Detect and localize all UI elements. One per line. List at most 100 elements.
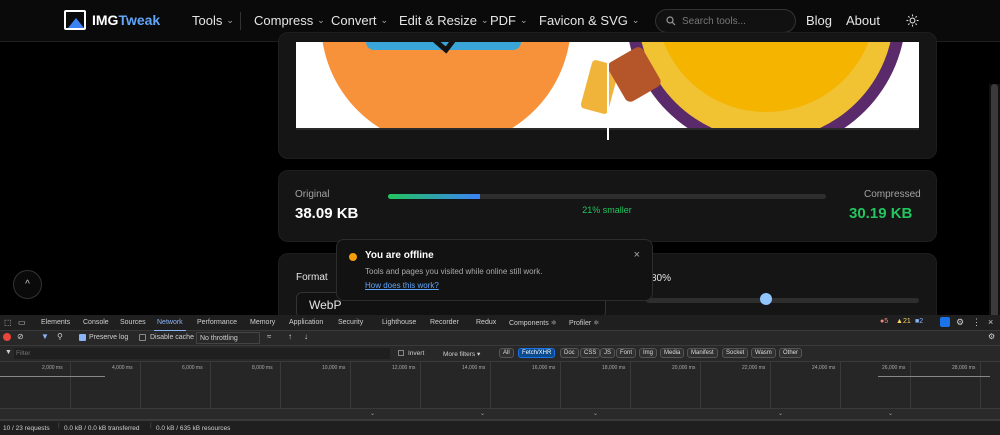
timeline-tick-label: 8,000 ms (252, 365, 273, 371)
column-sort-icon[interactable]: ⌄ (888, 410, 893, 417)
toast-help-link[interactable]: How does this work? (365, 281, 439, 290)
throttling-value: No throttling (200, 335, 238, 342)
devtools-tab-console[interactable]: Console (83, 319, 109, 326)
comparison-divider-handle[interactable] (607, 42, 609, 128)
main-content: Original 38.09 KB 21% smaller Compressed… (0, 32, 1000, 357)
timeline-tick-label: 20,000 ms (672, 365, 696, 371)
wifi-icon[interactable]: ≈ (267, 332, 271, 341)
logo[interactable]: IMGTweak (64, 10, 160, 30)
invert-checkbox[interactable] (398, 350, 404, 356)
close-icon[interactable]: × (988, 317, 993, 327)
disable-cache-checkbox[interactable] (139, 334, 146, 341)
reduction-text: 21% smaller (582, 205, 632, 215)
timeline-gridline (560, 362, 561, 409)
timeline-tick-label: 24,000 ms (812, 365, 836, 371)
timeline-gridline (210, 362, 211, 409)
message-count[interactable]: ■2 (915, 318, 923, 325)
devtools-tab-recorder[interactable]: Recorder (430, 319, 459, 326)
filter-chip-wasm[interactable]: Wasm (751, 348, 776, 358)
devtools-tab-lighthouse[interactable]: Lighthouse (382, 319, 416, 326)
filter-chip-css[interactable]: CSS (580, 348, 601, 358)
filter-input[interactable] (14, 348, 390, 359)
search-icon[interactable]: ⚲ (57, 332, 63, 341)
device-toolbar-icon[interactable]: ▭ (18, 318, 26, 327)
offline-toast: You are offline Tools and pages you visi… (336, 239, 653, 301)
nav-compress-label: Compress (254, 13, 314, 28)
filter-chip-socket[interactable]: Socket (722, 348, 749, 358)
nav-blog[interactable]: Blog (806, 13, 832, 28)
preserve-log-checkbox[interactable] (79, 334, 86, 341)
timeline-request-bar (878, 376, 990, 377)
devtools-tab-redux[interactable]: Redux (476, 319, 496, 326)
column-sort-icon[interactable]: ⌄ (480, 410, 485, 417)
inspect-icon[interactable]: ⬚ (4, 318, 12, 327)
comparison-preview[interactable] (296, 42, 919, 130)
clear-icon[interactable]: ⊘ (17, 332, 24, 341)
column-sort-icon[interactable]: ⌄ (370, 410, 375, 417)
search-box[interactable] (655, 9, 796, 33)
nav-pdf[interactable]: PDF ⌄ (490, 13, 528, 28)
message-count-value: 2 (919, 318, 924, 325)
toast-title: You are offline (365, 250, 434, 261)
timeline-gridline (350, 362, 351, 409)
filter-chip-img[interactable]: Img (639, 348, 658, 358)
search-input[interactable] (682, 15, 782, 27)
filter-chip-manifest[interactable]: Manifest (687, 348, 718, 358)
network-timeline[interactable]: 2,000 ms 4,000 ms 6,000 ms 8,000 ms 10,000 m… (0, 362, 1000, 409)
toast-message: Tools and pages you visited while online… (365, 267, 543, 276)
filter-chip-fetch-xhr[interactable]: Fetch/XHR (518, 348, 556, 358)
filter-chip-font[interactable]: Font (616, 348, 637, 358)
upload-icon[interactable]: ↑ (288, 332, 292, 341)
devtools-tab-sources[interactable]: Sources (120, 319, 146, 326)
filter-chip-other[interactable]: Other (779, 348, 803, 358)
quality-slider-thumb[interactable] (760, 293, 773, 305)
theme-toggle-button[interactable] (906, 14, 919, 32)
close-icon[interactable]: × (634, 249, 640, 261)
timeline-gridline (840, 362, 841, 409)
devtools-tab-components[interactable]: Components ⚛ (509, 319, 557, 327)
nav-divider (240, 12, 241, 30)
timeline-tick-label: 22,000 ms (742, 365, 766, 371)
gear-icon[interactable]: ⚙ (956, 317, 964, 328)
status-resources: 0.0 kB / 635 kB resources (156, 425, 231, 432)
column-sort-icon[interactable]: ⌄ (593, 410, 598, 417)
filter-chip-doc[interactable]: Doc (560, 348, 579, 358)
invert-label: Invert (408, 350, 425, 357)
devtools-tab-performance[interactable]: Performance (197, 319, 237, 326)
original-label: Original (295, 189, 330, 200)
devtools-tab-network[interactable]: Network (154, 319, 186, 331)
column-sort-icon[interactable]: ⌄ (778, 410, 783, 417)
filter-icon[interactable]: ▼ (41, 332, 49, 341)
throttling-select[interactable]: No throttling (196, 332, 260, 344)
nav-about[interactable]: About (846, 13, 880, 28)
error-count[interactable]: ●5 (880, 318, 888, 325)
devtools-tab-memory[interactable]: Memory (250, 319, 275, 326)
timeline-gridline (770, 362, 771, 409)
warning-count[interactable]: ▲21 (896, 318, 911, 325)
preserve-log-label: Preserve log (89, 334, 129, 341)
download-icon[interactable]: ↓ (304, 332, 308, 341)
quality-slider[interactable] (646, 293, 919, 305)
more-options-icon[interactable]: ⋮ (972, 317, 981, 328)
extension-icon[interactable] (940, 317, 950, 327)
nav-edit-resize[interactable]: Edit & Resize ⌄ (399, 13, 489, 28)
timeline-tick-label: 28,000 ms (952, 365, 976, 371)
timeline-gridline (630, 362, 631, 409)
filter-chip-media[interactable]: Media (660, 348, 685, 358)
nav-tools[interactable]: Tools ⌄ (192, 13, 234, 28)
timeline-request-bar (0, 376, 105, 377)
network-settings-icon[interactable]: ⚙ (988, 332, 995, 341)
devtools-tab-security[interactable]: Security (338, 319, 363, 326)
nav-compress[interactable]: Compress ⌄ (254, 13, 325, 28)
nav-convert[interactable]: Convert ⌄ (331, 13, 388, 28)
filter-chip-all[interactable]: All (499, 348, 514, 358)
record-icon[interactable] (3, 333, 11, 341)
scroll-up-button[interactable]: ^ (13, 270, 42, 299)
sun-icon (906, 14, 919, 27)
filter-chip-js[interactable]: JS (600, 348, 616, 358)
devtools-tab-profiler[interactable]: Profiler ⚛ (569, 319, 599, 327)
more-filters-dropdown[interactable]: More filters ▾ (443, 350, 480, 358)
devtools-tab-elements[interactable]: Elements (41, 319, 70, 326)
devtools-tab-application[interactable]: Application (289, 319, 323, 326)
nav-favicon-svg[interactable]: Favicon & SVG ⌄ (539, 13, 639, 28)
